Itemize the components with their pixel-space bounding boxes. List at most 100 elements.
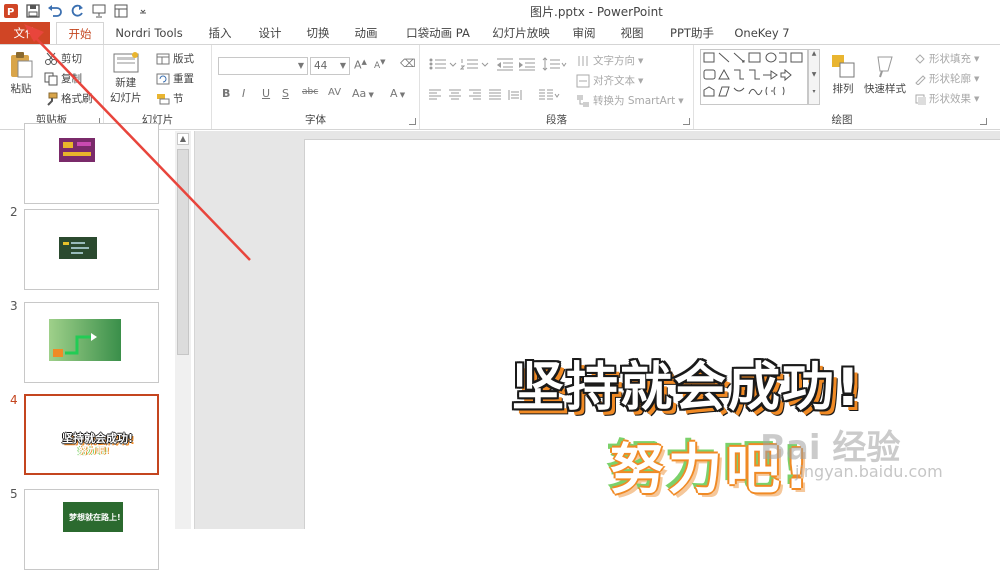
tab-animations[interactable]: 动画 xyxy=(346,22,386,44)
slide-thumbnail-4[interactable]: 坚持就会成功! 努力吧! xyxy=(24,394,159,475)
group-drawing: ▲ ▼ ▾ 排列 快速样式 形状填充 ▼ 形状轮廓 ▼ 形状效果 ▼ 绘图 xyxy=(694,45,990,129)
tab-design[interactable]: 设计 xyxy=(250,22,290,44)
scroll-up-icon[interactable]: ▲ xyxy=(177,133,189,145)
align-text-button[interactable]: 对齐文本 ▼ xyxy=(576,73,643,88)
distributed-icon[interactable] xyxy=(508,89,522,101)
layout-icon[interactable] xyxy=(110,0,132,22)
font-size-combo[interactable]: 44 ▼ xyxy=(310,57,350,75)
cut-label: 剪切 xyxy=(61,53,82,65)
tab-home[interactable]: 开始 xyxy=(56,22,104,45)
justify-icon[interactable] xyxy=(488,89,502,101)
slide-number-4: 4 xyxy=(10,393,18,407)
clear-format-icon[interactable]: ⌫ xyxy=(400,57,416,70)
bullets-icon[interactable] xyxy=(428,57,458,71)
paragraph-launcher-icon[interactable] xyxy=(683,118,690,125)
tab-nordri-tools[interactable]: Nordri Tools xyxy=(112,22,186,44)
align-left-icon[interactable] xyxy=(428,89,442,101)
grow-font-button[interactable]: A▲ xyxy=(354,58,367,72)
shape-fill-label: 形状填充 xyxy=(929,53,971,65)
scissors-icon xyxy=(45,52,57,65)
group-paragraph: 文字方向 ▼ 对齐文本 ▼ 转换为 SmartArt ▼ 段落 xyxy=(420,45,694,129)
shapes-gallery-scroll[interactable]: ▲ ▼ ▾ xyxy=(808,49,820,105)
align-text-label: 对齐文本 xyxy=(593,75,635,87)
group-font: ▼ 44 ▼ A▲ A▼ ⌫ B I U S abc AV Aa ▼ A ▼ 字体 xyxy=(212,45,420,129)
align-center-icon[interactable] xyxy=(448,89,462,101)
italic-button[interactable]: I xyxy=(242,87,245,100)
slide-thumbnail-pane[interactable]: 2 3 4 坚持就会成功! 努力吧! 5 梦想就在路上! xyxy=(0,123,195,570)
underline-button[interactable]: U xyxy=(262,87,270,100)
layout-button[interactable]: 版式 xyxy=(156,51,194,66)
font-launcher-icon[interactable] xyxy=(409,118,416,125)
line-spacing-icon[interactable] xyxy=(542,57,568,71)
quick-styles-button[interactable]: 快速样式 xyxy=(864,53,906,96)
save-icon[interactable] xyxy=(22,0,44,22)
cut-button[interactable]: 剪切 xyxy=(44,51,82,66)
title-bar: P 图片.pptx - PowerPoint xyxy=(0,0,1000,22)
tab-insert[interactable]: 插入 xyxy=(200,22,240,44)
smartart-icon xyxy=(577,94,589,107)
shrink-font-button[interactable]: A▼ xyxy=(374,58,386,71)
text-direction-button[interactable]: 文字方向 ▼ xyxy=(576,53,643,68)
shape-outline-button[interactable]: 形状轮廓 ▼ xyxy=(914,71,979,86)
numbering-icon[interactable] xyxy=(460,57,490,71)
thumbnail-scrollbar[interactable]: ▲ xyxy=(175,131,191,529)
arrange-button[interactable]: 排列 xyxy=(830,53,856,96)
ribbon: 粘贴 剪切 复制 格式刷 剪贴板 新建 幻灯片 版式 重置 节 幻灯片 ▼ 44… xyxy=(0,44,1000,130)
format-painter-icon xyxy=(47,92,58,106)
tab-pocket-animation[interactable]: 口袋动画 PA xyxy=(398,22,478,44)
slide-thumbnail-2[interactable] xyxy=(24,209,159,290)
tab-file[interactable]: 文件 xyxy=(0,22,50,44)
decrease-indent-icon[interactable] xyxy=(496,57,514,71)
shape-effects-button[interactable]: 形状效果 ▼ xyxy=(914,91,979,106)
ppt-logo-icon[interactable]: P xyxy=(0,0,22,22)
tab-slideshow[interactable]: 幻灯片放映 xyxy=(488,22,554,44)
format-painter-button[interactable]: 格式刷 xyxy=(44,91,93,106)
slideshow-icon[interactable] xyxy=(88,0,110,22)
slide-headline[interactable]: 坚持就会成功! xyxy=(512,345,862,420)
slide-number-5: 5 xyxy=(10,487,18,501)
shape-fill-button[interactable]: 形状填充 ▼ xyxy=(914,51,979,66)
shapes-gallery-icon xyxy=(703,52,803,97)
convert-smartart-label: 转换为 SmartArt xyxy=(593,95,676,107)
redo-icon[interactable] xyxy=(66,0,88,22)
shapes-gallery[interactable] xyxy=(700,49,808,105)
columns-icon[interactable] xyxy=(538,89,560,101)
tab-ppt-helper[interactable]: PPT助手 xyxy=(664,22,720,44)
chevron-down-icon: ▼ xyxy=(339,61,346,70)
undo-icon[interactable] xyxy=(44,0,66,22)
paragraph-group-label: 段落 xyxy=(546,114,567,126)
font-color-button[interactable]: A ▼ xyxy=(390,87,405,100)
arrange-label: 排列 xyxy=(832,83,854,95)
change-case-button[interactable]: Aa ▼ xyxy=(352,87,374,100)
reset-button[interactable]: 重置 xyxy=(156,71,194,86)
copy-button[interactable]: 复制 xyxy=(44,71,82,86)
slide-thumbnail-5[interactable]: 梦想就在路上! xyxy=(24,489,159,570)
tab-onekey[interactable]: OneKey 7 xyxy=(732,22,792,44)
format-painter-label: 格式刷 xyxy=(61,93,93,105)
section-button[interactable]: 节 xyxy=(156,91,184,106)
slide-thumbnail-3[interactable] xyxy=(24,302,159,383)
scrollbar-thumb[interactable] xyxy=(177,149,189,355)
customize-qat-icon[interactable] xyxy=(132,0,154,22)
align-right-icon[interactable] xyxy=(468,89,482,101)
thumbnail-3-image xyxy=(49,319,121,361)
tab-review[interactable]: 审阅 xyxy=(566,22,602,44)
paste-button[interactable]: 粘贴 xyxy=(8,51,34,96)
section-icon xyxy=(157,93,170,104)
chevron-down-icon: ▼ xyxy=(297,61,304,70)
tab-view[interactable]: 视图 xyxy=(614,22,650,44)
new-slide-button[interactable]: 新建 幻灯片 xyxy=(110,51,142,105)
font-name-combo[interactable]: ▼ xyxy=(218,57,308,75)
text-direction-icon xyxy=(578,55,588,66)
strikethrough-button[interactable]: abc xyxy=(302,87,318,97)
increase-indent-icon[interactable] xyxy=(518,57,536,71)
layout-icon xyxy=(156,53,170,64)
bold-button[interactable]: B xyxy=(222,87,230,100)
char-spacing-button[interactable]: AV xyxy=(328,87,341,98)
tab-transitions[interactable]: 切换 xyxy=(298,22,338,44)
slide-thumbnail-1[interactable] xyxy=(24,123,159,204)
convert-smartart-button[interactable]: 转换为 SmartArt ▼ xyxy=(576,93,684,108)
shadow-button[interactable]: S xyxy=(282,87,289,100)
drawing-launcher-icon[interactable] xyxy=(980,118,987,125)
reset-label: 重置 xyxy=(173,73,194,85)
